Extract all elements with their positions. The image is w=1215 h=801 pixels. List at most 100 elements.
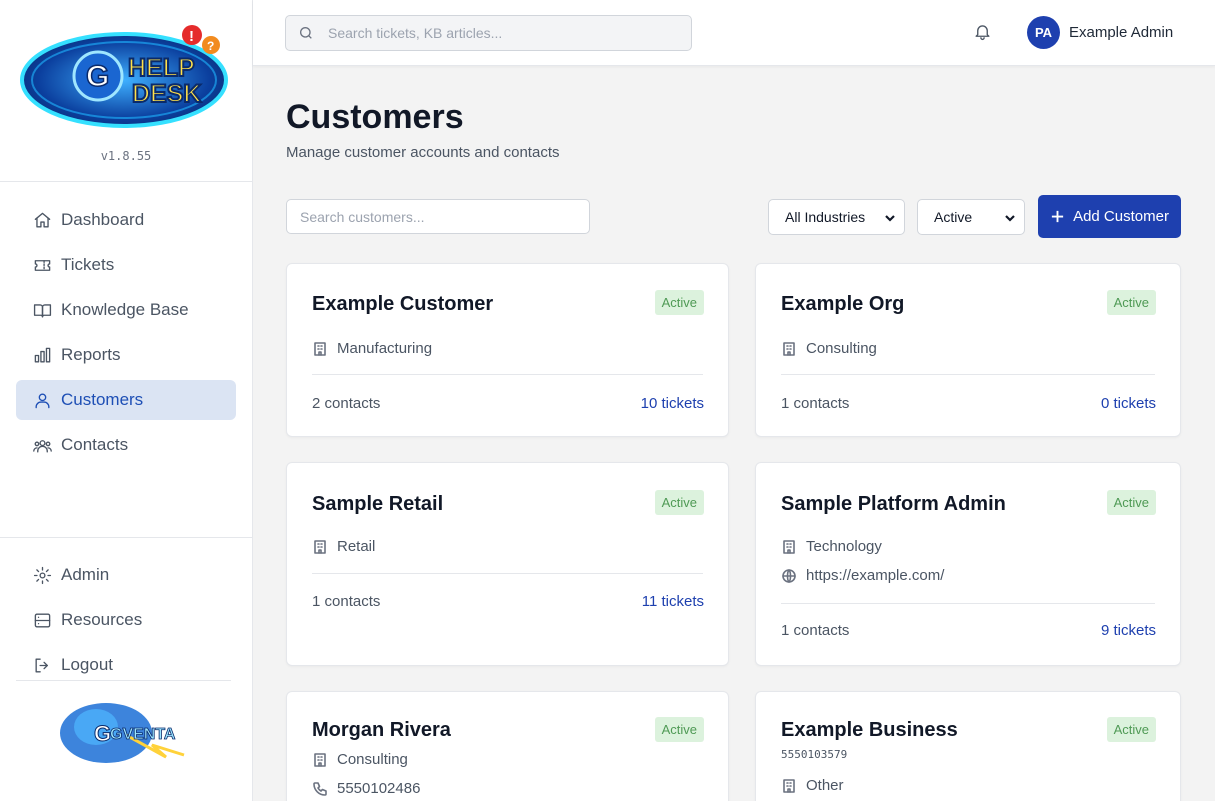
book-icon [32,300,52,320]
main-content: Customers Manage customer accounts and c… [253,66,1215,801]
avatar[interactable]: PA [1027,16,1060,49]
sidebar-item-tickets[interactable]: Tickets [16,245,236,285]
building-icon [783,778,795,793]
phone-row: 5550102486 [312,780,420,797]
industry-text: Other [806,777,844,794]
status-badge: Active [1106,490,1156,515]
status-filter-select[interactable]: Active [917,199,1025,235]
contacts-count: 2 contacts [312,395,381,412]
building-icon [783,539,795,554]
customer-name[interactable]: Sample Platform Admin [781,493,1006,516]
server-icon [32,610,52,630]
status-filter-value: Active [934,209,973,225]
secondary-nav: Admin Resources Logout [16,555,236,690]
sidebar-item-label: Logout [61,655,113,674]
customer-name[interactable]: Morgan Rivera [312,719,451,742]
sidebar-item-label: Customers [61,390,144,409]
page-title: Customers [286,98,464,136]
industry-text: Consulting [337,751,408,768]
building-icon [314,341,326,356]
users-icon [32,390,52,410]
svg-text:G: G [86,60,109,93]
tickets-link[interactable]: 9 tickets [1101,622,1156,639]
helpdesk-logo[interactable]: G HELP DESK ! ? [20,18,230,130]
sidebar-item-dashboard[interactable]: Dashboard [16,200,236,240]
customer-search-input[interactable] [286,199,590,234]
website-link[interactable]: https://example.com/ [806,567,944,584]
svg-text:GVENTA: GVENTA [110,726,176,743]
industry-filter-value: All Industries [785,209,866,225]
status-badge: Active [654,490,704,515]
sidebar-item-logout[interactable]: Logout [16,645,236,685]
add-customer-button[interactable]: Add Customer [1038,195,1181,238]
customer-card[interactable]: Example Customer Active Manufacturing 2 … [286,263,729,437]
top-bar: PA Example Admin [253,0,1215,66]
industry-row: Manufacturing [312,340,432,357]
notifications-button[interactable] [973,22,993,42]
customer-name[interactable]: Sample Retail [312,493,443,516]
contacts-count: 1 contacts [312,593,381,610]
main-nav: Dashboard Tickets Knowledge Base Reports… [16,200,236,470]
sidebar-item-label: Knowledge Base [61,300,189,319]
industry-row: Consulting [312,751,408,768]
tickets-link[interactable]: 0 tickets [1101,395,1156,412]
home-icon [32,210,52,230]
plus-icon [1051,210,1064,223]
tickets-link[interactable]: 10 tickets [641,395,704,412]
chevron-down-icon [1004,211,1016,223]
global-search[interactable] [285,15,692,51]
status-badge: Active [654,717,704,742]
industry-text: Manufacturing [337,340,433,357]
sidebar-item-resources[interactable]: Resources [16,600,236,640]
contacts-count: 1 contacts [781,622,850,639]
building-icon [314,752,326,767]
sidebar-item-contacts[interactable]: Contacts [16,425,236,465]
customer-card[interactable]: Example Business Active 5550103579 Other [755,691,1181,801]
customer-card[interactable]: Sample Retail Active Retail 1 contacts 1… [286,462,729,666]
building-icon [783,341,795,356]
ticket-icon [32,255,52,275]
sidebar-item-label: Admin [61,565,110,584]
global-search-input[interactable] [328,25,668,41]
industry-row: Consulting [781,340,877,357]
globe-icon [782,568,796,583]
customer-card[interactable]: Morgan Rivera Active Consulting 55501024… [286,691,729,801]
industry-row: Technology [781,538,882,555]
building-icon [314,539,326,554]
chevron-down-icon [884,211,896,223]
app-version: v1.8.55 [100,149,152,163]
logout-icon [32,655,52,675]
contacts-count: 1 contacts [781,395,850,412]
user-name[interactable]: Example Admin [1069,24,1173,41]
status-badge: Active [1106,290,1156,315]
sidebar-item-label: Reports [61,345,121,364]
bar-chart-icon [32,345,52,365]
sidebar-item-label: Resources [61,610,143,629]
customer-card[interactable]: Sample Platform Admin Active Technology … [755,462,1181,666]
sidebar-item-label: Dashboard [61,210,145,229]
sidebar-item-customers[interactable]: Customers [16,380,236,420]
customer-card[interactable]: Example Org Active Consulting 1 contacts… [755,263,1181,437]
sidebar: G HELP DESK ! ? v1.8.55 Dashboard Ticket… [0,0,253,801]
sidebar-divider [0,537,252,538]
card-divider [781,374,1155,375]
card-divider [781,603,1155,604]
customer-name[interactable]: Example Org [781,293,904,316]
sidebar-item-reports[interactable]: Reports [16,335,236,375]
phone-text: 5550103579 [781,748,848,761]
page-subtitle: Manage customer accounts and contacts [286,144,560,161]
bell-icon [975,25,990,41]
tickets-link[interactable]: 11 tickets [642,593,704,610]
sidebar-item-knowledge-base[interactable]: Knowledge Base [16,290,236,330]
gear-icon [32,565,52,585]
svg-text:G: G [94,721,111,746]
card-divider [312,374,703,375]
industry-filter-select[interactable]: All Industries [768,199,905,235]
sidebar-item-label: Contacts [61,435,129,454]
customer-name[interactable]: Example Business [781,719,958,742]
industry-row: Other [781,777,844,794]
website-row[interactable]: https://example.com/ [781,567,944,584]
customer-name[interactable]: Example Customer [312,293,493,316]
status-badge: Active [654,290,704,315]
sidebar-item-admin[interactable]: Admin [16,555,236,595]
